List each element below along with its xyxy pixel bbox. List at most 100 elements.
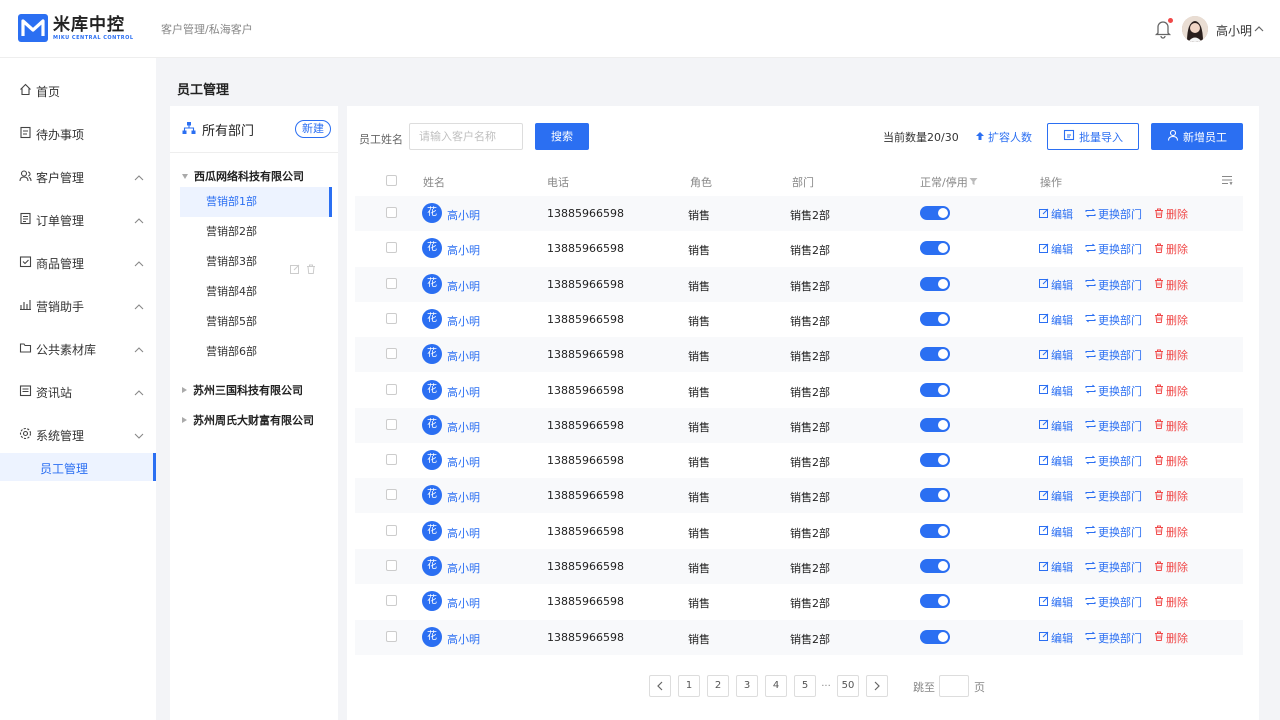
- company-node[interactable]: 苏州周氏大财富有限公司: [182, 412, 314, 428]
- prev-page-button[interactable]: [649, 675, 671, 697]
- app-logo[interactable]: 米库中控 MIKU CENTRAL CONTROL: [18, 14, 134, 42]
- delete-action[interactable]: 删除: [1154, 594, 1188, 610]
- staff-name-link[interactable]: 高小明: [447, 454, 480, 470]
- sidebar-item-marketing[interactable]: 营销助手: [0, 290, 156, 320]
- row-checkbox[interactable]: [386, 242, 397, 254]
- edit-action[interactable]: 编辑: [1039, 630, 1073, 646]
- status-toggle[interactable]: [920, 629, 950, 644]
- edit-action[interactable]: 编辑: [1039, 383, 1073, 399]
- user-name[interactable]: 高小明: [1216, 22, 1252, 39]
- row-checkbox[interactable]: [386, 383, 397, 395]
- status-toggle[interactable]: [920, 417, 950, 432]
- change-dept-action[interactable]: 更换部门: [1085, 241, 1142, 257]
- staff-name-link[interactable]: 高小明: [447, 278, 480, 294]
- edit-action[interactable]: 编辑: [1039, 488, 1073, 504]
- edit-action[interactable]: 编辑: [1039, 347, 1073, 363]
- delete-action[interactable]: 删除: [1154, 453, 1188, 469]
- sidebar-subitem-staff[interactable]: 员工管理: [0, 453, 156, 481]
- change-dept-action[interactable]: 更换部门: [1085, 206, 1142, 222]
- sidebar-item-orders[interactable]: 订单管理: [0, 204, 156, 234]
- staff-name-link[interactable]: 高小明: [447, 560, 480, 576]
- delete-action[interactable]: 删除: [1154, 312, 1188, 328]
- staff-name-link[interactable]: 高小明: [447, 242, 480, 258]
- status-toggle[interactable]: [920, 241, 950, 256]
- status-toggle[interactable]: [920, 559, 950, 573]
- edit-action[interactable]: 编辑: [1039, 559, 1073, 575]
- delete-action[interactable]: 删除: [1154, 277, 1188, 293]
- expand-capacity-link[interactable]: 扩容人数: [975, 129, 1032, 145]
- change-dept-action[interactable]: 更换部门: [1085, 594, 1142, 610]
- delete-action[interactable]: 删除: [1154, 488, 1188, 504]
- delete-action[interactable]: 删除: [1154, 347, 1188, 363]
- sidebar-item-news[interactable]: 资讯站: [0, 376, 156, 406]
- page-button[interactable]: 4: [765, 675, 787, 697]
- page-button[interactable]: 5: [794, 675, 816, 697]
- staff-name-link[interactable]: 高小明: [447, 595, 480, 611]
- department-item[interactable]: 营销部6部: [180, 337, 330, 367]
- search-button[interactable]: 搜索: [535, 123, 589, 150]
- status-toggle[interactable]: [920, 206, 950, 220]
- delete-action[interactable]: 删除: [1154, 383, 1188, 399]
- edit-action[interactable]: 编辑: [1039, 594, 1073, 610]
- staff-name-link[interactable]: 高小明: [447, 631, 480, 647]
- chevron-up-icon[interactable]: [1254, 22, 1264, 36]
- status-toggle[interactable]: [920, 276, 950, 291]
- company-node[interactable]: 西瓜网络科技有限公司: [182, 168, 304, 184]
- department-item[interactable]: 营销部5部: [180, 307, 330, 337]
- company-node[interactable]: 苏州三国科技有限公司: [182, 382, 303, 398]
- caret-right-icon[interactable]: [182, 387, 187, 393]
- status-toggle[interactable]: [920, 453, 950, 468]
- edit-action[interactable]: 编辑: [1039, 241, 1073, 257]
- change-dept-action[interactable]: 更换部门: [1085, 524, 1142, 540]
- delete-action[interactable]: 删除: [1154, 418, 1188, 434]
- status-toggle[interactable]: [920, 311, 950, 326]
- change-dept-action[interactable]: 更换部门: [1085, 418, 1142, 434]
- delete-action[interactable]: 删除: [1154, 630, 1188, 646]
- status-toggle[interactable]: [920, 382, 950, 397]
- staff-name-link[interactable]: 高小明: [447, 384, 480, 400]
- staff-name-link[interactable]: 高小明: [447, 207, 480, 223]
- delete-action[interactable]: 删除: [1154, 559, 1188, 575]
- sidebar-item-products[interactable]: 商品管理: [0, 247, 156, 277]
- staff-name-link[interactable]: 高小明: [447, 348, 480, 364]
- row-checkbox[interactable]: [386, 630, 397, 642]
- new-department-button[interactable]: 新建: [295, 120, 331, 138]
- edit-action[interactable]: 编辑: [1039, 524, 1073, 540]
- page-button-last[interactable]: 50: [837, 675, 859, 697]
- batch-import-button[interactable]: 批量导入: [1047, 123, 1139, 150]
- status-toggle[interactable]: [920, 523, 950, 538]
- sidebar-item-system[interactable]: 系统管理: [0, 419, 156, 449]
- pagination-ellipsis[interactable]: ···: [820, 681, 832, 692]
- staff-name-link[interactable]: 高小明: [447, 313, 480, 329]
- change-dept-action[interactable]: 更换部门: [1085, 488, 1142, 504]
- change-dept-action[interactable]: 更换部门: [1085, 312, 1142, 328]
- status-toggle[interactable]: [920, 488, 950, 503]
- edit-action[interactable]: 编辑: [1039, 277, 1073, 293]
- sidebar-item-todo[interactable]: 待办事项: [0, 118, 156, 148]
- page-button[interactable]: 3: [736, 675, 758, 697]
- change-dept-action[interactable]: 更换部门: [1085, 347, 1142, 363]
- edit-action[interactable]: 编辑: [1039, 312, 1073, 328]
- column-settings-icon[interactable]: [1221, 174, 1233, 189]
- delete-action[interactable]: 删除: [1154, 241, 1188, 257]
- staff-name-link[interactable]: 高小明: [447, 489, 480, 505]
- select-all-checkbox[interactable]: [386, 175, 397, 186]
- row-checkbox[interactable]: [386, 348, 397, 360]
- delete-action[interactable]: 删除: [1154, 524, 1188, 540]
- row-checkbox[interactable]: [386, 560, 397, 571]
- edit-action[interactable]: 编辑: [1039, 453, 1073, 469]
- next-page-button[interactable]: [866, 675, 888, 697]
- staff-name-link[interactable]: 高小明: [447, 525, 480, 541]
- department-item[interactable]: 营销部3部: [180, 247, 330, 277]
- page-button[interactable]: 1: [678, 675, 700, 697]
- change-dept-action[interactable]: 更换部门: [1085, 559, 1142, 575]
- row-checkbox[interactable]: [386, 454, 397, 466]
- change-dept-action[interactable]: 更换部门: [1085, 630, 1142, 646]
- row-checkbox[interactable]: [386, 595, 397, 607]
- change-dept-action[interactable]: 更换部门: [1085, 453, 1142, 469]
- status-toggle[interactable]: [920, 594, 950, 609]
- change-dept-action[interactable]: 更换部门: [1085, 383, 1142, 399]
- sidebar-item-home[interactable]: 首页: [0, 75, 156, 105]
- department-item[interactable]: 营销部1部: [180, 187, 332, 217]
- status-toggle[interactable]: [920, 347, 950, 362]
